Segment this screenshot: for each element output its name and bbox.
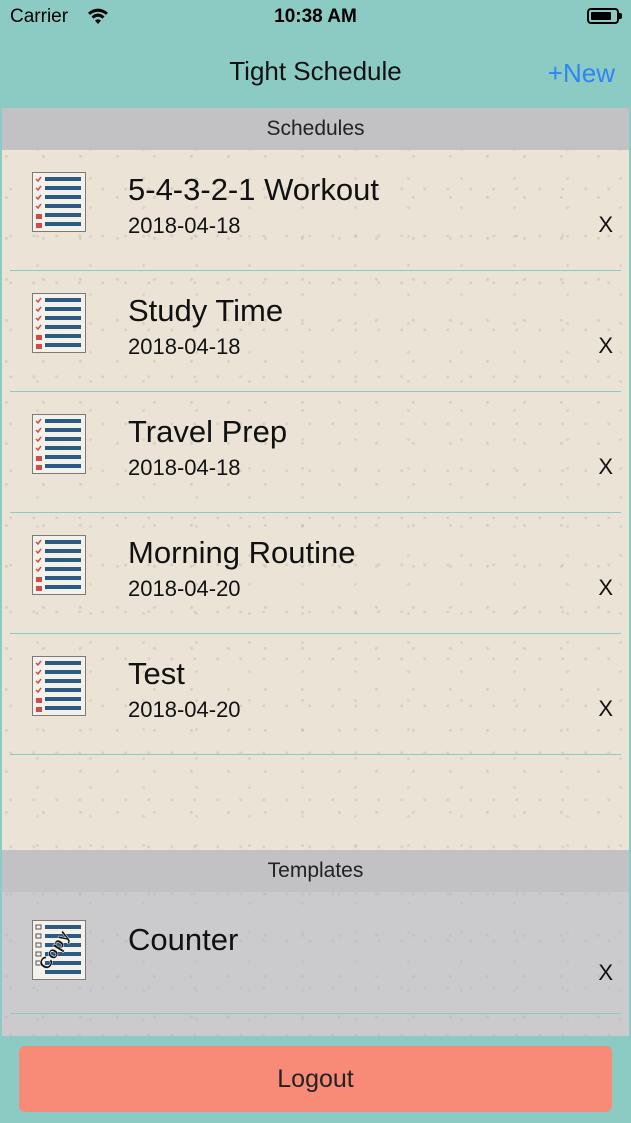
template-row[interactable]: Copy Counter X bbox=[2, 892, 629, 1014]
schedule-date: 2018-04-20 bbox=[128, 576, 241, 601]
delete-button[interactable]: X bbox=[598, 454, 613, 480]
templates-list: Copy Counter X bbox=[2, 892, 629, 1036]
delete-button[interactable]: X bbox=[598, 212, 613, 238]
clock: 10:38 AM bbox=[274, 6, 357, 27]
schedule-title: Morning Routine bbox=[128, 535, 356, 570]
content-panel: Schedules 5-4-3-2-1 Workout 2018-04-18 X bbox=[2, 108, 629, 1036]
delete-button[interactable]: X bbox=[598, 960, 613, 986]
checklist-icon bbox=[32, 656, 86, 716]
schedule-row[interactable]: Travel Prep 2018-04-18 X bbox=[2, 392, 629, 513]
navigation-bar: Tight Schedule +New bbox=[0, 36, 631, 106]
battery-icon bbox=[587, 8, 622, 24]
schedule-title: Study Time bbox=[128, 293, 284, 328]
checklist-icon bbox=[32, 414, 86, 474]
logout-button[interactable]: Logout bbox=[19, 1046, 612, 1112]
delete-button[interactable]: X bbox=[598, 333, 613, 359]
schedule-row[interactable]: Test 2018-04-20 X bbox=[2, 634, 629, 755]
row-divider bbox=[10, 754, 621, 755]
schedule-date: 2018-04-18 bbox=[128, 213, 241, 238]
schedule-row[interactable]: Study Time 2018-04-18 X bbox=[2, 271, 629, 392]
copy-template-icon: Copy bbox=[32, 920, 86, 980]
schedule-date: 2018-04-18 bbox=[128, 455, 241, 480]
templates-section-header: Templates bbox=[2, 850, 629, 892]
schedule-title: 5-4-3-2-1 Workout bbox=[128, 172, 379, 207]
checklist-icon bbox=[32, 535, 86, 595]
schedule-date: 2018-04-20 bbox=[128, 697, 241, 722]
status-bar: Carrier 10:38 AM bbox=[0, 0, 631, 36]
schedule-title: Travel Prep bbox=[128, 414, 288, 449]
schedule-date: 2018-04-18 bbox=[128, 334, 241, 359]
delete-button[interactable]: X bbox=[598, 575, 613, 601]
new-schedule-button[interactable]: +New bbox=[548, 58, 615, 89]
delete-button[interactable]: X bbox=[598, 696, 613, 722]
template-title: Counter bbox=[128, 922, 239, 957]
row-divider bbox=[10, 1013, 621, 1014]
schedule-row[interactable]: 5-4-3-2-1 Workout 2018-04-18 X bbox=[2, 150, 629, 271]
schedule-row[interactable]: Morning Routine 2018-04-20 X bbox=[2, 513, 629, 634]
checklist-icon bbox=[32, 172, 86, 232]
checklist-icon bbox=[32, 293, 86, 353]
schedules-section-header: Schedules bbox=[2, 108, 629, 150]
schedule-title: Test bbox=[128, 656, 185, 691]
page-title: Tight Schedule bbox=[229, 56, 402, 86]
